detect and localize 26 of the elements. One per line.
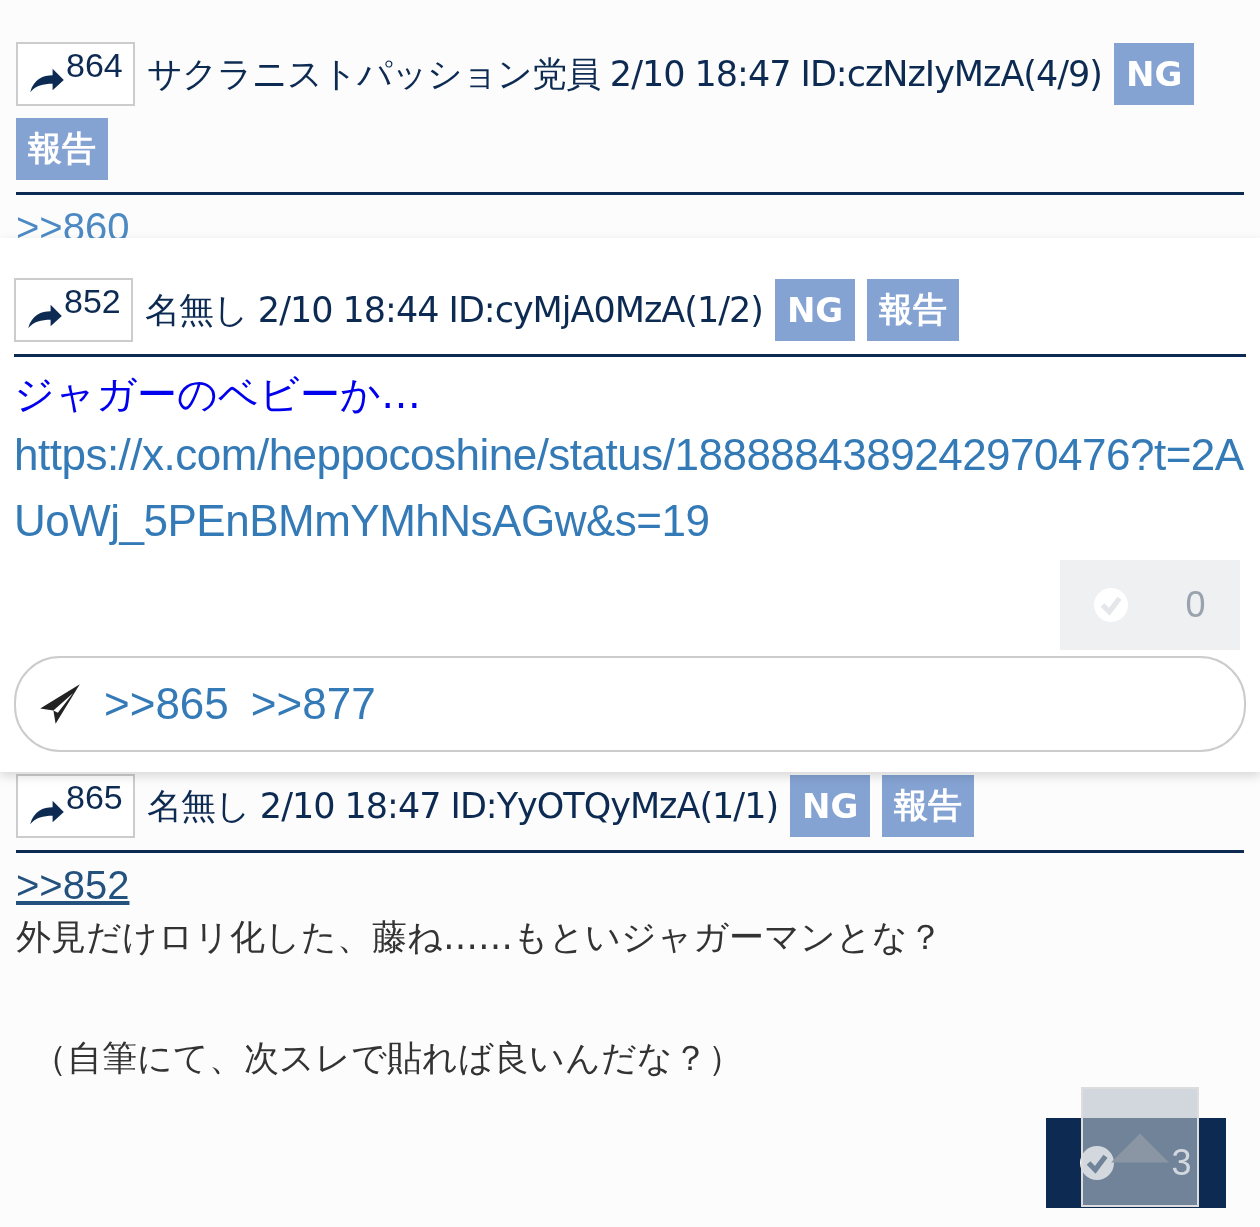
reply-number-button[interactable]: 865 <box>16 774 135 838</box>
paper-plane-icon <box>38 682 82 726</box>
reply-anchor-link[interactable]: >>852 <box>16 863 130 908</box>
report-button[interactable]: 報告 <box>882 775 975 837</box>
check-icon <box>1080 1146 1115 1180</box>
scroll-top-button[interactable] <box>1081 1087 1199 1207</box>
like-button[interactable]: 3 <box>1046 1118 1226 1208</box>
ng-button[interactable]: NG <box>1114 43 1195 105</box>
reply-anchor-link[interactable]: >>877 <box>250 679 376 729</box>
post-text: 外見だけロリ化した、藤ね……もといジャガーマンとな？ <box>16 916 944 959</box>
report-button[interactable]: 報告 <box>867 279 960 341</box>
ng-button[interactable]: NG <box>790 775 871 837</box>
reply-anchor-link[interactable]: >>865 <box>104 679 229 729</box>
report-button[interactable]: 報告 <box>16 118 108 180</box>
check-icon <box>1094 588 1129 622</box>
up-arrow-icon <box>1111 1133 1169 1163</box>
url-link[interactable]: https://x.com/heppocoshine/status/1888884389242970476?t=2AUoWj_5PEnBMmYMhNsAGw&s=19 <box>14 422 1246 554</box>
post-meta: 名無し 2/10 18:44 ID:cyMjA0MzA(1/2) <box>144 288 763 332</box>
post-meta: 名無し 2/10 18:47 ID:YyOTQyMzA(1/1) <box>146 784 779 828</box>
ng-button[interactable]: NG <box>774 279 856 341</box>
like-button[interactable]: 0 <box>1060 560 1240 650</box>
post-meta: サクラニストパッション党員 2/10 18:47 ID:czNzIyMzA(4/9) <box>146 52 1102 96</box>
reply-number-button[interactable]: 852 <box>14 278 133 342</box>
reply-number-button[interactable]: 864 <box>16 42 135 106</box>
post-text: （自筆にて、次スレで貼れば良いんだな？） <box>32 1037 744 1080</box>
post-text: ジャガーのベビーか… <box>14 370 422 419</box>
